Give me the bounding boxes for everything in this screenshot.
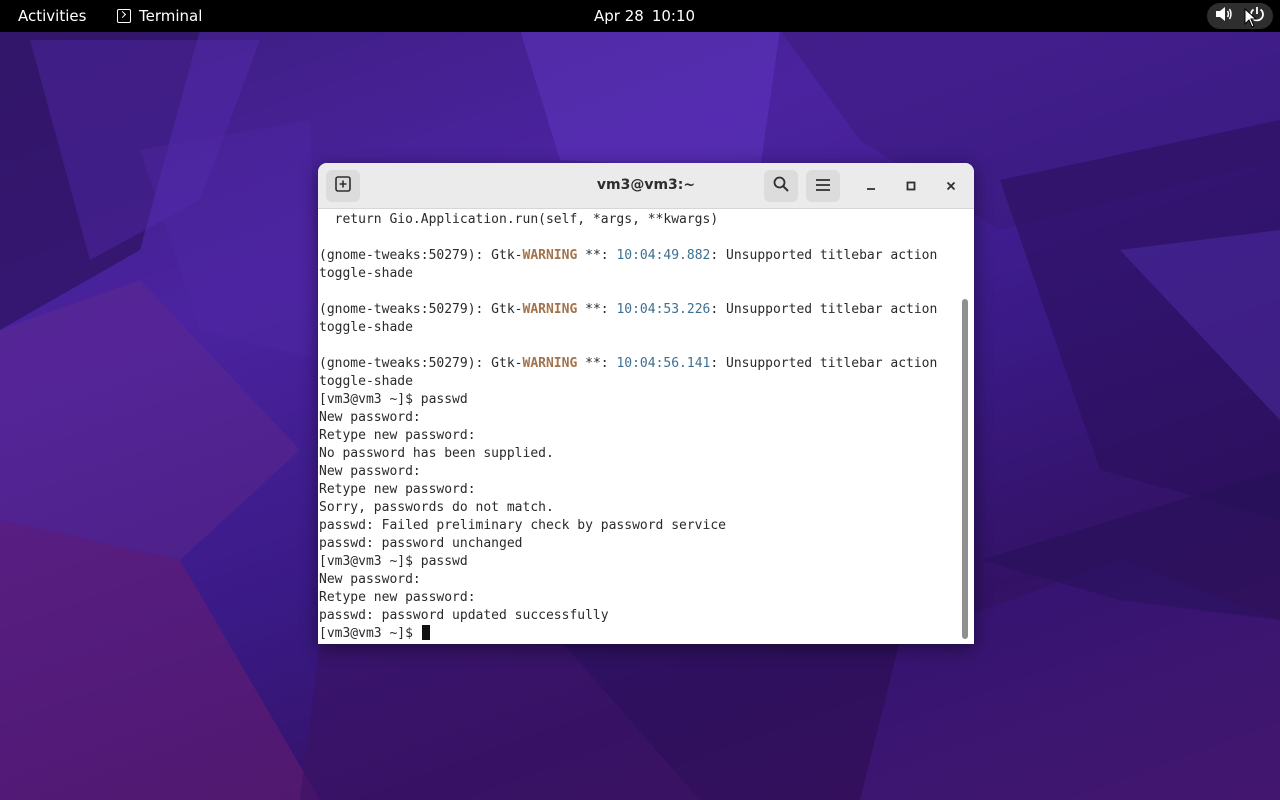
activities-button[interactable]: Activities	[18, 7, 86, 25]
terminal-line: New password:	[319, 464, 429, 479]
terminal-line: (gnome-tweaks:50279): Gtk-WARNING **: 10…	[319, 356, 938, 371]
terminal-line: [vm3@vm3 ~]$ passwd	[319, 554, 468, 569]
top-bar: Activities Terminal Apr 28 10:10	[0, 0, 1280, 32]
terminal-prompt-line: [vm3@vm3 ~]$	[319, 625, 430, 643]
terminal-line: toggle-shade	[319, 266, 413, 281]
terminal-line: passwd: password unchanged	[319, 536, 523, 551]
terminal-line: Sorry, passwords do not match.	[319, 500, 554, 515]
search-icon	[773, 176, 789, 196]
volume-icon	[1215, 6, 1233, 26]
terminal-output[interactable]: return Gio.Application.run(self, *args, …	[318, 209, 960, 644]
terminal-prompt: [vm3@vm3 ~]$	[319, 626, 421, 641]
terminal-line: Retype new password:	[319, 590, 484, 605]
window-header-bar: vm3@vm3:~	[318, 163, 974, 209]
terminal-line: return Gio.Application.run(self, *args, …	[319, 212, 719, 227]
clock-button[interactable]: Apr 28 10:10	[594, 7, 695, 25]
clock-date: Apr 28	[594, 7, 644, 25]
main-menu-button[interactable]	[806, 170, 840, 202]
maximize-button[interactable]	[899, 174, 923, 198]
mouse-pointer-icon	[1244, 8, 1258, 28]
terminal-line: New password:	[319, 572, 429, 587]
terminal-line: Retype new password:	[319, 482, 484, 497]
terminal-line: passwd: password updated successfully	[319, 608, 609, 623]
app-menu-label: Terminal	[139, 7, 203, 25]
maximize-icon	[905, 177, 917, 196]
close-icon	[945, 177, 957, 196]
minimize-button[interactable]	[859, 174, 883, 198]
terminal-window: vm3@vm3:~ return Gio.Application.run(sel…	[318, 163, 974, 644]
terminal-scrollbar[interactable]	[962, 299, 968, 639]
app-menu-button[interactable]: Terminal	[117, 7, 202, 25]
minimize-icon	[865, 177, 877, 196]
hamburger-menu-icon	[815, 177, 831, 196]
system-status-menu[interactable]	[1207, 3, 1273, 29]
terminal-line: [vm3@vm3 ~]$ passwd	[319, 392, 468, 407]
search-button[interactable]	[764, 170, 798, 202]
terminal-icon	[117, 9, 131, 23]
terminal-line: New password:	[319, 410, 429, 425]
terminal-line: passwd: Failed preliminary check by pass…	[319, 518, 726, 533]
close-button[interactable]	[939, 174, 963, 198]
terminal-line: toggle-shade	[319, 374, 413, 389]
clock-time: 10:10	[651, 7, 696, 25]
terminal-cursor	[421, 625, 430, 640]
terminal-line: Retype new password:	[319, 428, 484, 443]
terminal-line: (gnome-tweaks:50279): Gtk-WARNING **: 10…	[319, 248, 938, 263]
terminal-line: No password has been supplied.	[319, 446, 554, 461]
terminal-line: (gnome-tweaks:50279): Gtk-WARNING **: 10…	[319, 302, 938, 317]
terminal-line: toggle-shade	[319, 320, 413, 335]
